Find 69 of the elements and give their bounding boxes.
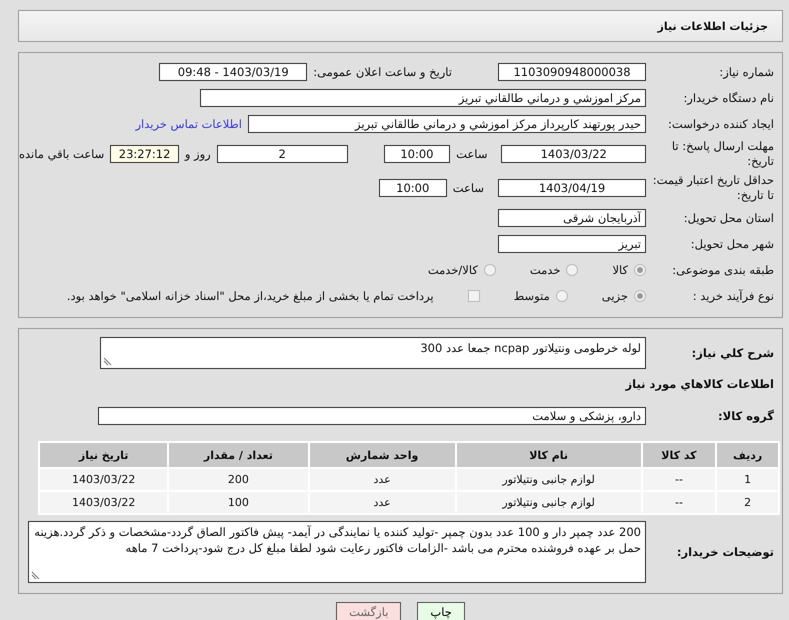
table-cell: لوازم جانبی ونتیلاتور (456, 469, 641, 490)
radio-label: کالا/خدمت (428, 263, 478, 277)
text-area[interactable]: لوله خرطومی ونتیلاتور ncpap جمعا عدد 300 (100, 337, 646, 369)
field-label: مهلت ارسال پاسخ: تا تاریخ: (670, 139, 775, 169)
contact-link[interactable]: اطلاعات تماس خریدار (135, 117, 242, 131)
checkbox[interactable] (468, 290, 480, 302)
field-label: حداقل تاریخ اعتبار قیمت: تا تاریخ: (652, 173, 775, 203)
input-field[interactable]: 1103090948000038 (498, 63, 646, 81)
field-label: شماره نیاز: (718, 64, 775, 80)
table-cell: 1403/03/22 (40, 492, 168, 513)
table-cell: 200 (169, 469, 308, 490)
table-cell: عدد (310, 492, 455, 513)
input-field[interactable]: 10:00 (378, 179, 447, 197)
column-header: کد کالا (642, 443, 716, 467)
input-field[interactable]: 10:00 (384, 145, 450, 163)
input-field[interactable]: 1403/03/19 - 09:48 (159, 63, 308, 81)
input-field[interactable]: حیدر پورتهند کارپرداز مرکز اموزشي و درماني طالقاني تبريز (248, 115, 646, 133)
field-label: گروه کالا: (717, 408, 775, 424)
input-field[interactable]: 1403/03/22 (501, 145, 646, 163)
table-cell: عدد (310, 469, 455, 490)
column-header: واحد شمارش (310, 443, 455, 467)
input-field[interactable]: 1403/04/19 (498, 179, 646, 197)
resize-grip-icon[interactable] (103, 357, 112, 366)
field-label: توضیحات خریدار: (676, 544, 775, 560)
input-field[interactable]: تبریز (498, 235, 646, 253)
radio-button[interactable] (484, 264, 496, 276)
field-label: روز و (184, 147, 211, 161)
column-header: تاریخ نیاز (40, 443, 168, 467)
field-label: ساعت باقي مانده (19, 147, 104, 161)
resize-grip-icon[interactable] (31, 571, 40, 580)
table-cell: 1 (717, 469, 778, 490)
back-button[interactable]: بازگشت (336, 602, 402, 620)
input-field[interactable]: آذربایجان شرقی (498, 209, 646, 227)
input-field[interactable]: مرکز اموزشي و درماني طالقاني تبريز (200, 89, 646, 107)
field-label: شرح کلي نیاز: (690, 346, 775, 360)
radio-button[interactable] (634, 264, 646, 276)
field-label: ساعت (452, 181, 484, 195)
text-area[interactable]: 200 عدد چمپر دار و 100 عدد بدون چمپر -تولید کننده یا نمایندگی در آیمد- پیش فاکتور الصاق گردد-مشخصات و ذکر گردد.هزینه حمل بر عهده فروشنده محترم می باشد -الزامات فاکتور رعایت شود لطفا مبلغ کل درج شود-پرداخت 7 ماهه (28, 521, 646, 583)
table-cell: -- (642, 492, 716, 513)
field-label: طبقه بندی موضوعی: (671, 262, 775, 278)
column-header: نام کالا (456, 443, 641, 467)
column-header: تعداد / مقدار (169, 443, 308, 467)
page-title: جزئیات اطلاعات نیاز (658, 20, 768, 32)
field-label: نام دستگاه خریدار: (682, 90, 775, 106)
table-cell: -- (642, 469, 716, 490)
radio-label: کالا (612, 263, 628, 277)
column-header: ردیف (717, 443, 778, 467)
section-heading: اطلاعات کالاهاي مورد نياز (626, 377, 775, 391)
input-field[interactable]: دارو، پزشکی و سلامت (98, 407, 646, 425)
radio-button[interactable] (634, 290, 646, 302)
input-field[interactable]: 2 (216, 145, 348, 163)
table-cell: 100 (169, 492, 308, 513)
table-cell: 2 (717, 492, 778, 513)
checkbox-label: پرداخت تمام یا بخشی از مبلغ خرید،از محل "اسناد خزانه اسلامی" خواهد بود. (66, 289, 434, 303)
field-label: استان محل تحویل: (682, 210, 775, 226)
field-label: ایجاد کننده درخواست: (667, 116, 775, 132)
field-label: نوع فرآیند خرید : (692, 288, 775, 304)
radio-label: جزیی (602, 289, 628, 303)
radio-label: متوسط (514, 289, 550, 303)
radio-button[interactable] (566, 264, 578, 276)
print-button[interactable]: چاپ (417, 602, 465, 620)
table-cell: 1403/03/22 (40, 469, 168, 490)
countdown-field: 23:27:12 (110, 145, 179, 163)
table-cell: لوازم جانبی ونتیلاتور (456, 492, 641, 513)
radio-button[interactable] (556, 290, 568, 302)
field-label: ساعت (456, 147, 488, 161)
field-label: شهر محل تحویل: (690, 236, 775, 252)
field-label: تاریخ و ساعت اعلان عمومی: (313, 65, 452, 79)
radio-label: خدمت (530, 263, 560, 277)
